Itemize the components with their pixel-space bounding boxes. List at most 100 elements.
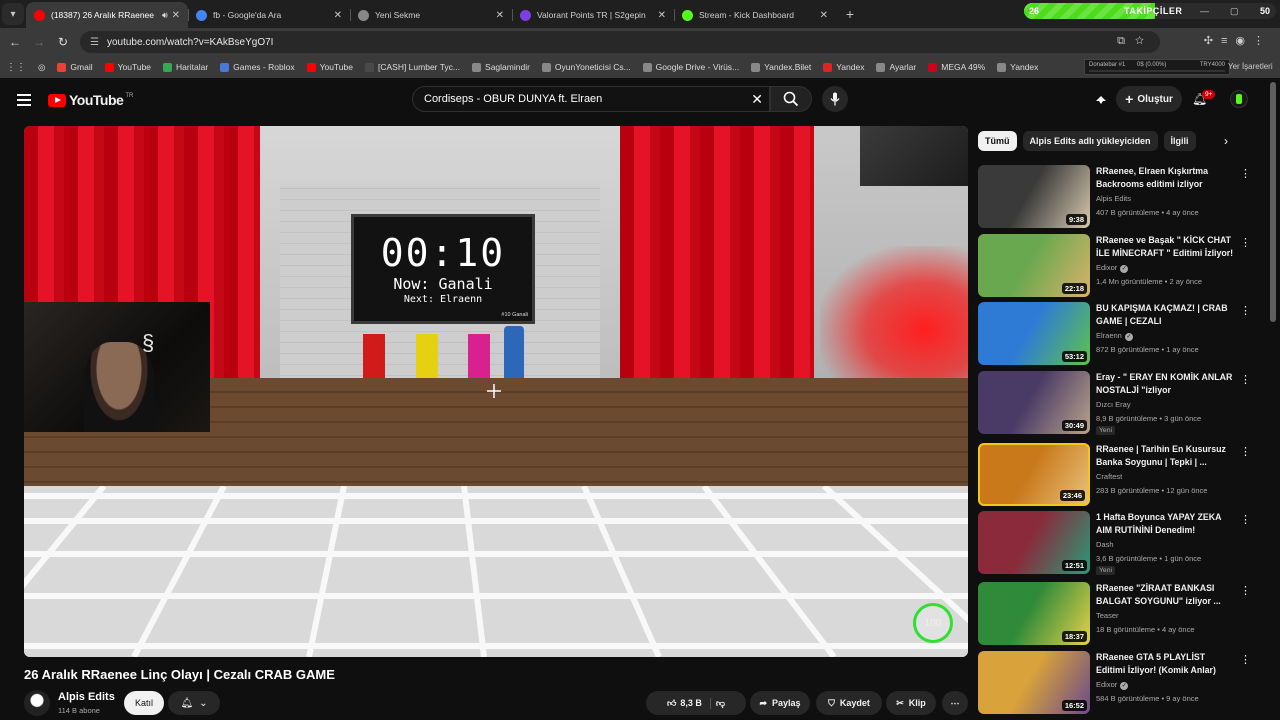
bookmark-item[interactable]: Ayarlar	[870, 62, 922, 72]
tab-search-button[interactable]: ▾	[2, 3, 24, 25]
youtube-logo[interactable]: YouTube TR	[48, 92, 133, 108]
bookmark-item[interactable]: MEGA 49%	[922, 62, 991, 72]
more-options-icon[interactable]: ⋮	[1240, 304, 1251, 317]
bookmark-item[interactable]: YouTube	[301, 62, 359, 72]
recommended-video[interactable]: 22:18 RRaenee ve Başak " KİCK CHAT İLE Mİ…	[978, 234, 1251, 300]
close-icon[interactable]: ✕	[658, 10, 666, 21]
media-icon[interactable]: ≡	[1221, 35, 1235, 47]
address-bar[interactable]: ☰ youtube.com/watch?v=KAkBseYgO7I ⧉☆	[80, 31, 1160, 53]
recommended-video[interactable]: 12:51 1 Hafta Boyunca YAPAY ZEKA AIM RUTİ…	[978, 511, 1251, 577]
create-button[interactable]: + Oluştur	[1116, 86, 1182, 112]
back-icon[interactable]: ←	[3, 35, 27, 49]
recommended-title[interactable]: RRaenee | Tarihin En Kusursuz Banka Soyg…	[1096, 443, 1236, 469]
browser-menu-icon[interactable]: ⋮	[1253, 35, 1272, 47]
profile-icon[interactable]: ◉	[1235, 35, 1253, 47]
recommended-channel[interactable]: Dash	[1096, 540, 1114, 549]
guide-menu-icon[interactable]	[17, 94, 31, 106]
recommended-title[interactable]: RRaenee GTA 5 PLAYLİST Editimi İzliyor! …	[1096, 651, 1236, 677]
bookmark-item[interactable]: Gmail	[51, 62, 98, 72]
bookmark-item[interactable]: YouTube	[99, 62, 157, 72]
more-options-icon[interactable]: ⋮	[1240, 653, 1251, 666]
minimize-icon[interactable]: —	[1200, 6, 1209, 16]
video-thumbnail[interactable]: 12:51	[978, 511, 1090, 574]
recommended-video[interactable]: 53:12 BU KAPIŞMA KAÇMAZ! | CRAB GAME | CE…	[978, 302, 1251, 368]
bookmark-item[interactable]: Games - Roblox	[214, 62, 300, 72]
recommended-channel[interactable]: Dızcı Eray	[1096, 400, 1131, 409]
recommended-video[interactable]: 23:46 RRaenee | Tarihin En Kusursuz Banka…	[978, 443, 1251, 509]
recommended-title[interactable]: BU KAPIŞMA KAÇMAZ! | CRAB GAME | CEZALI	[1096, 302, 1236, 328]
recommended-channel[interactable]: Alpis Edits	[1096, 194, 1131, 203]
recommended-title[interactable]: 1 Hafta Boyunca YAPAY ZEKA AIM RUTİNİNİ …	[1096, 511, 1236, 537]
browser-tab[interactable]: (18387) 26 Aralık RRaenee 🔊︎ ✕	[26, 2, 188, 28]
bookmark-item[interactable]: Google Drive - Virüs...	[637, 62, 745, 72]
recommended-video[interactable]: 9:38 RRaenee, Elraen Kışkırtma Backrooms …	[978, 165, 1251, 231]
browser-tab[interactable]: fb - Google'da Ara ✕	[188, 2, 350, 28]
page-scrollbar[interactable]	[1270, 82, 1276, 322]
more-options-icon[interactable]: ⋮	[1240, 513, 1251, 526]
join-button[interactable]: Katıl	[124, 691, 164, 715]
recommended-video[interactable]: 30:49 Eray - " ERAY EN KOMİK ANLAR NOSTAL…	[978, 371, 1251, 437]
new-tab-button[interactable]: +	[840, 6, 860, 22]
recommended-video[interactable]: 16:52 RRaenee GTA 5 PLAYLİST Editimi İzli…	[978, 651, 1251, 717]
bookmark-item[interactable]: Saglamindir	[466, 62, 536, 72]
browser-tab[interactable]: Yeni Sekme ✕	[350, 2, 512, 28]
extensions-icon[interactable]: ✣	[1204, 35, 1221, 47]
filter-chip[interactable]: Tümü	[978, 131, 1017, 151]
more-options-icon[interactable]: ⋮	[1240, 373, 1251, 386]
thumbs-down-icon[interactable]: 👎︎	[716, 698, 725, 709]
bookmark-item[interactable]: OyunYoneticisi Cs...	[536, 62, 637, 72]
filter-chip[interactable]: İlgili	[1163, 131, 1196, 151]
close-icon[interactable]: ✕	[334, 10, 342, 21]
browser-tab[interactable]: Valorant Points TR | S2gepin ✕	[512, 2, 674, 28]
filter-chip[interactable]: Alpis Edits adlı yükleyiciden	[1022, 131, 1158, 151]
account-avatar[interactable]	[1230, 90, 1248, 108]
install-icon[interactable]: ⧉	[1117, 35, 1135, 47]
bookmark-item[interactable]: Yandex.Bilet	[745, 62, 817, 72]
recommended-channel[interactable]: Edixor ✓	[1096, 263, 1129, 273]
recommended-channel[interactable]: Teaser	[1096, 611, 1119, 620]
subscription-bell-button[interactable]: 🔔︎ ⌄	[168, 691, 220, 715]
bookmark-globe-icon[interactable]: ◎	[32, 62, 51, 73]
channel-avatar[interactable]	[24, 690, 50, 716]
forward-icon[interactable]: →	[27, 35, 51, 49]
video-thumbnail[interactable]: 16:52	[978, 651, 1090, 714]
more-options-icon[interactable]: ⋮	[1240, 445, 1251, 458]
recommended-channel[interactable]: Edixor ✓	[1096, 680, 1129, 690]
bookmark-item[interactable]: Haritalar	[157, 62, 214, 72]
video-thumbnail[interactable]: 53:12	[978, 302, 1090, 365]
recommended-channel[interactable]: Craftest	[1096, 472, 1122, 481]
clear-search-icon[interactable]: ✕	[751, 91, 763, 108]
video-thumbnail[interactable]: 23:46	[978, 443, 1090, 506]
close-icon[interactable]: ✕	[820, 10, 828, 21]
more-options-icon[interactable]: ⋮	[1240, 167, 1251, 180]
search-input[interactable]: Cordiseps - OBUR DUNYA ft. Elraen ✕	[412, 86, 770, 112]
bookmark-item[interactable]: [CASH] Lumber Tyc...	[359, 62, 466, 72]
video-thumbnail[interactable]: 22:18	[978, 234, 1090, 297]
like-button[interactable]: 👍︎ 8,3 B	[667, 697, 711, 709]
site-info-icon[interactable]: ☰	[90, 37, 99, 48]
bookmark-item[interactable]: Yandex	[817, 62, 870, 72]
reload-icon[interactable]: ↻	[51, 35, 75, 49]
share-button[interactable]: ➦ Paylaş	[750, 691, 810, 715]
recommended-title[interactable]: RRaenee "ZİRAAT BANKASI BALGAT SOYGUNU" …	[1096, 582, 1236, 608]
voice-search-button[interactable]	[822, 86, 848, 112]
video-thumbnail[interactable]: 9:38	[978, 165, 1090, 228]
clip-button[interactable]: ✂ Klip	[886, 691, 936, 715]
more-options-icon[interactable]: ⋮	[1240, 584, 1251, 597]
apps-icon[interactable]: ⋮⋮	[0, 62, 32, 73]
video-thumbnail[interactable]: 30:49	[978, 371, 1090, 434]
close-icon[interactable]: ✕	[496, 10, 504, 21]
maximize-icon[interactable]: ▢	[1230, 6, 1239, 17]
recommended-video[interactable]: 18:37 RRaenee "ZİRAAT BANKASI BALGAT SOYG…	[978, 582, 1251, 648]
bookmark-star-icon[interactable]: ☆	[1135, 35, 1154, 47]
search-button[interactable]	[770, 86, 812, 112]
recommended-title[interactable]: RRaenee ve Başak " KİCK CHAT İLE MİNECRA…	[1096, 234, 1236, 260]
recommended-title[interactable]: Eray - " ERAY EN KOMİK ANLAR NOSTALJİ "i…	[1096, 371, 1236, 397]
chevron-right-icon[interactable]: ›	[1224, 134, 1228, 148]
save-button[interactable]: ⛉ Kaydet	[816, 691, 882, 715]
recommended-channel[interactable]: Elraenn ✓	[1096, 331, 1133, 341]
video-thumbnail[interactable]: 18:37	[978, 582, 1090, 645]
browser-tab[interactable]: Stream - Kick Dashboard ✕	[674, 2, 836, 28]
recommended-title[interactable]: RRaenee, Elraen Kışkırtma Backrooms edit…	[1096, 165, 1236, 191]
channel-name[interactable]: Alpis Edits	[58, 691, 115, 703]
